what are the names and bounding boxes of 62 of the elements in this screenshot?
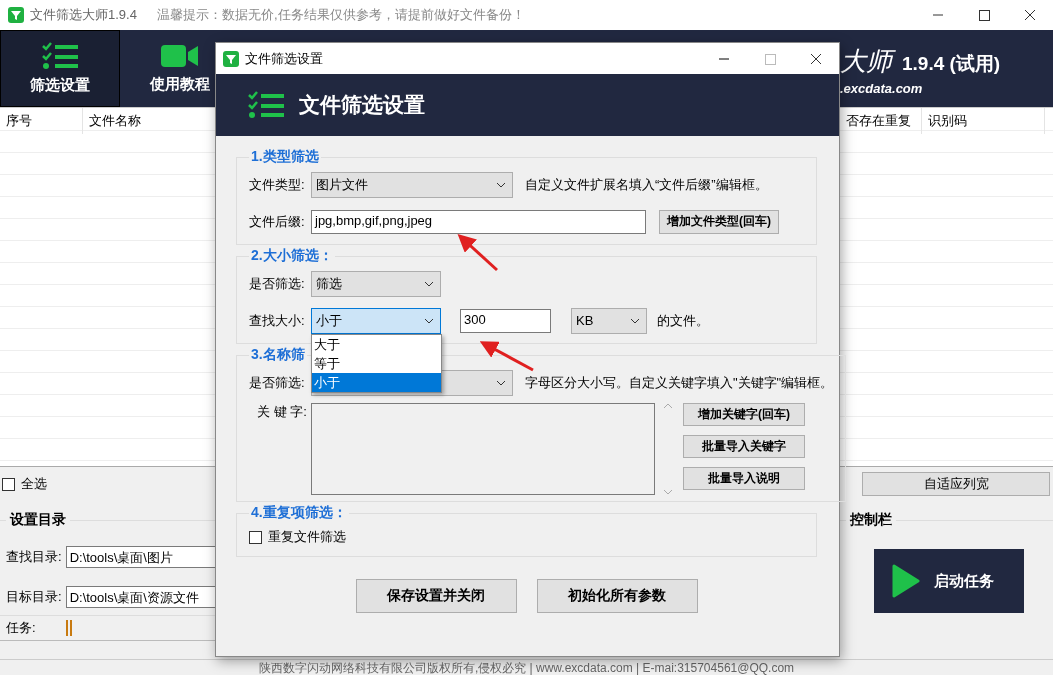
chevron-down-icon xyxy=(424,280,434,287)
notice-text: 温馨提示：数据无价,任务结果仅供参考，请提前做好文件备份！ xyxy=(156,6,525,24)
dialog-title: 文件筛选设置 xyxy=(245,49,323,68)
annotation-arrow xyxy=(457,233,498,272)
hint-text: 字母区分大小写。自定义关键字填入"关键字"编辑框。 xyxy=(525,373,834,392)
chevron-down-icon xyxy=(424,317,434,324)
app-logo-icon xyxy=(8,7,24,23)
size-compare-dropdown[interactable]: 小于 xyxy=(311,307,441,334)
video-camera-icon xyxy=(161,43,199,69)
app-logo-icon xyxy=(223,50,239,67)
keyword-button[interactable]: 批量导入关键字 xyxy=(683,435,805,458)
duplicate-checkbox[interactable]: 重复文件筛选 xyxy=(249,522,346,552)
field-label: 查找目录: xyxy=(6,548,62,566)
select-all-checkbox[interactable]: 全选 xyxy=(2,475,47,493)
dialog-button[interactable]: 保存设置并关闭 xyxy=(355,579,517,613)
dialog-button[interactable]: 初始化所有参数 xyxy=(536,579,698,613)
field-label: 是否筛选: xyxy=(249,274,306,293)
dropdown-option[interactable]: 等于 xyxy=(312,353,441,373)
add-file-type-button[interactable]: 增加文件类型(回车) xyxy=(659,209,779,234)
filter-toggle-dropdown[interactable]: 筛选 xyxy=(311,270,441,297)
section-title: 1.类型筛选 xyxy=(250,148,320,166)
fit-columns-button[interactable]: 自适应列宽 xyxy=(862,472,1050,496)
keyword-field[interactable] xyxy=(311,403,655,495)
file-type-dropdown[interactable]: 图片文件 xyxy=(311,171,513,198)
field-label: 文件类型: xyxy=(249,175,306,194)
nav-tab[interactable]: 筛选设置 xyxy=(0,30,120,107)
field-label: 关 键 字: xyxy=(256,403,308,421)
progress-marker-icon xyxy=(65,620,74,636)
keyword-button[interactable]: 增加关键字(回车) xyxy=(683,403,805,426)
keyword-button[interactable]: 批量导入说明 xyxy=(683,467,805,490)
field-label: 目标目录: xyxy=(6,588,62,606)
section-title: 3.名称筛 xyxy=(250,346,306,364)
scroll-up-icon[interactable] xyxy=(663,403,673,409)
group-title: 设置目录 xyxy=(8,511,67,529)
version-text: 1.9.4 (试用) xyxy=(902,52,1001,76)
play-icon xyxy=(892,564,920,598)
task-label: 任务: xyxy=(6,619,36,637)
copyright-text: 陕西数字闪动网络科技有限公司版权所有,侵权必究 | www.excdata.com | E-mai:315704561@QQ.com xyxy=(0,659,1053,675)
section-title: 4.重复项筛选： xyxy=(250,504,348,522)
section-title: 2.大小筛选： xyxy=(250,247,334,265)
checklist-icon xyxy=(248,91,285,119)
field-label: 是否筛选: xyxy=(249,373,306,392)
field-label: 文件后缀: xyxy=(249,212,306,231)
hint-text: 的文件。 xyxy=(657,311,709,330)
size-field[interactable]: 300 xyxy=(460,308,551,333)
chevron-down-icon xyxy=(496,181,506,188)
field-label: 查找大小: xyxy=(249,311,306,330)
nav-tab[interactable]: 使用教程 xyxy=(120,30,240,107)
group-title: 控制栏 xyxy=(849,511,893,529)
dropdown-option[interactable]: 大于 xyxy=(312,334,441,354)
start-task-button[interactable]: 启动任务 xyxy=(874,549,1024,613)
unit-dropdown[interactable]: KB xyxy=(571,307,647,334)
suffix-field[interactable]: jpg,bmp,gif,png,jpeg xyxy=(311,209,646,234)
website-text: .excdata.com xyxy=(840,81,924,96)
annotation-arrow xyxy=(479,341,534,372)
chevron-down-icon xyxy=(496,379,506,386)
chevron-down-icon xyxy=(630,317,640,324)
checklist-icon xyxy=(41,42,79,70)
scroll-down-icon[interactable] xyxy=(663,489,673,495)
dropdown-option[interactable]: 小于 xyxy=(312,372,441,392)
window-title: 文件筛选大师1.9.4 xyxy=(30,6,137,24)
hint-text: 自定义文件扩展名填入“文件后缀”编辑框。 xyxy=(525,175,768,194)
